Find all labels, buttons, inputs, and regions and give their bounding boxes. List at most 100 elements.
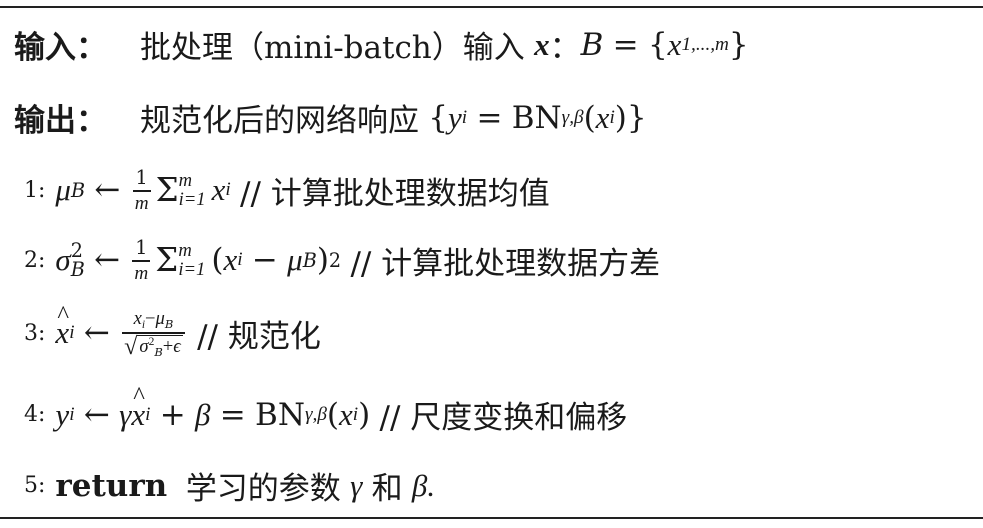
x-var: x (339, 396, 353, 432)
bottom-rule (0, 517, 983, 519)
step-1-comment: // 计算批处理数据均值 (240, 175, 550, 212)
sum-limits: m i=1 (179, 171, 206, 210)
sigma-sub: B (70, 258, 85, 282)
sum-lower: i=1 (178, 189, 206, 211)
arrow: ← (83, 315, 110, 352)
radical-sign: √ (124, 332, 138, 360)
output-eq: = (476, 99, 503, 136)
square-exponent: 2 (328, 248, 342, 272)
radicand: σ2B+ϵ (137, 334, 183, 359)
step-4-comment: // 尺度变换和偏移 (379, 400, 628, 436)
step-5: 5: return 学习的参数 γ 和 β. (24, 463, 435, 508)
x-var: x (223, 242, 238, 278)
plus: + (159, 396, 186, 433)
den-sigma-sub: B (154, 344, 163, 359)
normalize-denominator: √ σ2B+ϵ (122, 332, 185, 360)
arrow: ← (94, 172, 121, 209)
fraction-denominator: m (134, 192, 149, 214)
input-set-name: B (580, 26, 604, 63)
input-line: 输入： 批处理（mini-batch）输入 x ： B = { x 1,...,m… (14, 22, 749, 67)
bn-operator: BN (255, 396, 305, 433)
x-hat: x (55, 302, 69, 351)
output-paren-open: ( (583, 99, 596, 136)
x-hat-sub: i (145, 403, 151, 425)
step-2: 2: σ 2 B ← 1 m Σ m i=1 ( xi − μB ) 2 // 计… (24, 236, 660, 285)
top-rule (0, 6, 983, 8)
step-3: 3: xi ← xi−μB √ σ2B+ϵ // 规范化 (24, 302, 321, 359)
sum-limits: m i=1 (178, 241, 205, 280)
num-x: x (133, 308, 142, 329)
output-bn: BN (511, 99, 562, 136)
step-4-number: 4: (24, 402, 46, 427)
input-var-x: x (534, 26, 550, 62)
arrow: ← (83, 396, 110, 433)
step-3-comment: // 规范化 (197, 318, 321, 355)
y-sub: i (69, 403, 75, 425)
fraction-denominator: m (134, 262, 149, 284)
output-bn-sub: γ,β (561, 106, 584, 128)
den-epsilon: ϵ (173, 335, 181, 357)
y-var: y (55, 396, 70, 432)
fraction-bar (132, 260, 151, 262)
sum-symbol: Σ (155, 241, 179, 280)
output-arg-x: x (595, 99, 610, 135)
arrow: ← (94, 242, 121, 279)
output-text: 规范化后的网络响应 (140, 103, 419, 139)
output-y: y (448, 99, 462, 135)
input-text: 批处理（mini-batch）输入 (140, 30, 525, 66)
sum-upper: m (178, 169, 193, 191)
sum-lower: i=1 (178, 259, 206, 281)
x-sub: i (237, 249, 243, 271)
input-set-x: x (667, 26, 682, 62)
return-keyword: return (55, 467, 168, 504)
step-3-number: 3: (24, 320, 46, 346)
normalize-numerator: xi−μB (132, 308, 176, 331)
beta: β (195, 396, 211, 432)
output-label: 输出： (14, 103, 107, 139)
x-hat-sub: i (69, 322, 75, 344)
step-5-text: 学习的参数 (185, 471, 341, 507)
output-line: 输出： 规范化后的网络响应 { yi = BN γ,β ( xi ) } (14, 95, 647, 140)
input-colon: ： (549, 30, 581, 66)
output-paren-close: ) (614, 99, 627, 136)
den-sigma: σ (139, 335, 149, 357)
return-beta: β. (411, 467, 436, 503)
input-label: 输入： (14, 30, 107, 66)
step-5-number: 5: (24, 473, 46, 498)
paren-close: ) (316, 242, 329, 279)
fraction-numerator: 1 (135, 166, 148, 189)
step-2-number: 2: (24, 247, 46, 273)
den-plus: + (162, 335, 174, 357)
num-mu-sub: B (164, 317, 174, 332)
mu-sub: B (302, 248, 317, 272)
num-minus: − (145, 308, 156, 329)
sum-upper: m (178, 239, 192, 261)
step-2-comment: // 计算批处理数据方差 (350, 245, 661, 282)
normalize-fraction: xi−μB √ σ2B+ϵ (122, 308, 185, 359)
gamma: γ (119, 396, 132, 432)
x-hat: x (131, 383, 145, 433)
x-sub: i (225, 179, 231, 201)
return-and: 和 (371, 471, 403, 507)
num-mu: μ (155, 308, 165, 329)
equals: = (219, 396, 246, 433)
fraction-bar (132, 190, 151, 192)
sum-symbol: Σ (155, 171, 179, 210)
output-brace-close: } (626, 99, 647, 136)
mu-symbol: μ (55, 172, 71, 208)
output-brace-open: { (428, 99, 449, 136)
minus: − (251, 242, 278, 279)
paren-close: ) (358, 396, 371, 433)
paren-open: ( (211, 242, 224, 279)
step-1-number: 1: (24, 177, 46, 203)
return-gamma: γ (350, 467, 363, 503)
x-var: x (211, 172, 226, 208)
mu-sub: B (70, 178, 86, 202)
input-brace-close: } (728, 26, 749, 63)
fraction-numerator: 1 (135, 236, 148, 259)
fraction: 1 m (132, 236, 151, 285)
paren-open: ( (326, 396, 339, 433)
input-brace-open: { (647, 26, 668, 63)
bn-sub: γ,β (304, 403, 327, 425)
sigma-scripts: 2 B (70, 241, 85, 282)
